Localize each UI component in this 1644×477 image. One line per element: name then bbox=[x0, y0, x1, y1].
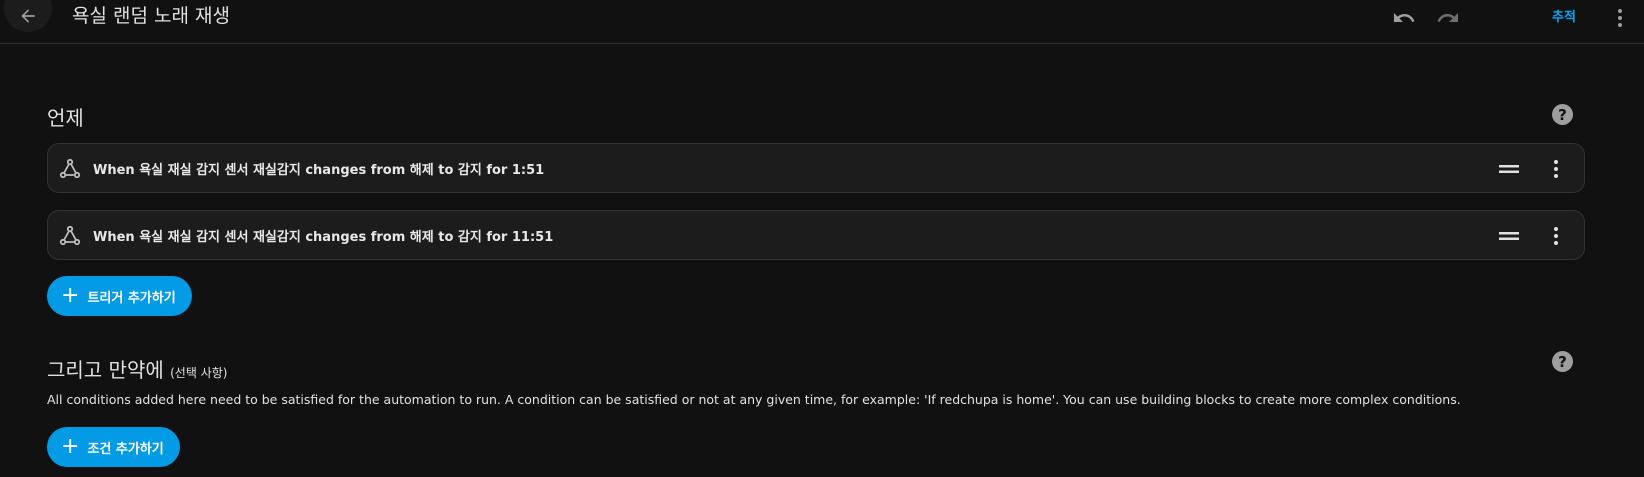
trigger-label: When 욕실 재실 감지 센서 재실감지 changes from 해제 to… bbox=[93, 230, 554, 245]
undo-button[interactable] bbox=[1390, 4, 1418, 32]
drag-handle-icon[interactable] bbox=[1498, 160, 1520, 178]
trigger-card[interactable]: When 욕실 재실 감지 센서 재실감지 changes from 해제 to… bbox=[47, 210, 1585, 260]
conditions-description: All conditions added here need to be sat… bbox=[47, 392, 1461, 407]
add-condition-label: 조건 추가하기 bbox=[87, 441, 164, 457]
redo-button[interactable] bbox=[1434, 4, 1462, 32]
undo-icon bbox=[1394, 13, 1415, 22]
conditions-help-icon[interactable]: ? bbox=[1552, 351, 1573, 372]
conditions-title-text: 그리고 만약에 bbox=[47, 358, 164, 382]
page-title: 욕실 랜덤 노래 재생 bbox=[72, 5, 230, 27]
trigger-label: When 욕실 재실 감지 센서 재실감지 changes from 해제 to… bbox=[93, 163, 545, 178]
drag-handle-icon[interactable] bbox=[1498, 227, 1520, 245]
add-trigger-button[interactable]: + 트리거 추가하기 bbox=[47, 276, 192, 316]
track-link[interactable]: 추적 bbox=[1552, 6, 1576, 25]
trigger-graph-icon bbox=[59, 225, 81, 246]
plus-icon: + bbox=[61, 283, 80, 308]
triggers-help-icon[interactable]: ? bbox=[1552, 104, 1573, 125]
trigger-graph-icon bbox=[59, 158, 81, 179]
arrow-left-icon bbox=[21, 9, 35, 23]
trigger-card[interactable]: When 욕실 재실 감지 센서 재실감지 changes from 해제 to… bbox=[47, 143, 1585, 193]
add-trigger-label: 트리거 추가하기 bbox=[87, 290, 176, 306]
plus-icon: + bbox=[61, 434, 80, 459]
triggers-section-title: 언제 bbox=[47, 106, 84, 130]
back-button[interactable] bbox=[4, 0, 52, 32]
add-condition-button[interactable]: + 조건 추가하기 bbox=[47, 427, 180, 467]
conditions-optional-label: (선택 사항) bbox=[170, 366, 228, 380]
more-vertical-icon bbox=[1618, 9, 1622, 27]
more-vertical-icon[interactable] bbox=[1544, 224, 1568, 248]
more-vertical-icon[interactable] bbox=[1544, 157, 1568, 181]
overflow-menu-button[interactable] bbox=[1606, 4, 1634, 32]
redo-icon bbox=[1437, 13, 1458, 22]
conditions-section-title: 그리고 만약에 (선택 사항) bbox=[47, 354, 227, 383]
top-app-bar: 욕실 랜덤 노래 재생 추적 bbox=[0, 0, 1644, 44]
